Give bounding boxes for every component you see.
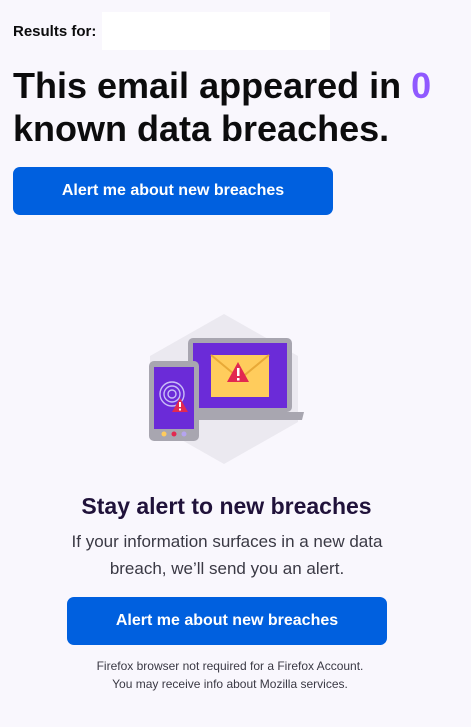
fineprint-line-1: Firefox browser not required for a Firef… <box>96 659 364 673</box>
alert-me-button-secondary[interactable]: Alert me about new breaches <box>67 597 387 645</box>
tablet-icon <box>149 361 199 441</box>
alert-me-button[interactable]: Alert me about new breaches <box>13 167 333 215</box>
fineprint: Firefox browser not required for a Firef… <box>60 657 400 693</box>
fineprint-line-2: You may receive info about Mozilla servi… <box>112 677 348 691</box>
section-description: If your information surfaces in a new da… <box>71 532 383 578</box>
headline-before: This email appeared in <box>13 65 412 106</box>
section-title: Stay alert to new breaches <box>81 493 372 519</box>
breach-count: 0 <box>411 65 432 106</box>
page-title: This email appeared in 0 known data brea… <box>13 64 463 150</box>
results-email-field <box>102 12 330 50</box>
results-label: Results for: <box>13 22 97 40</box>
breach-alert-illustration <box>149 314 304 464</box>
results-row: Results for: <box>13 12 96 50</box>
headline-after: known data breaches. <box>13 108 390 149</box>
